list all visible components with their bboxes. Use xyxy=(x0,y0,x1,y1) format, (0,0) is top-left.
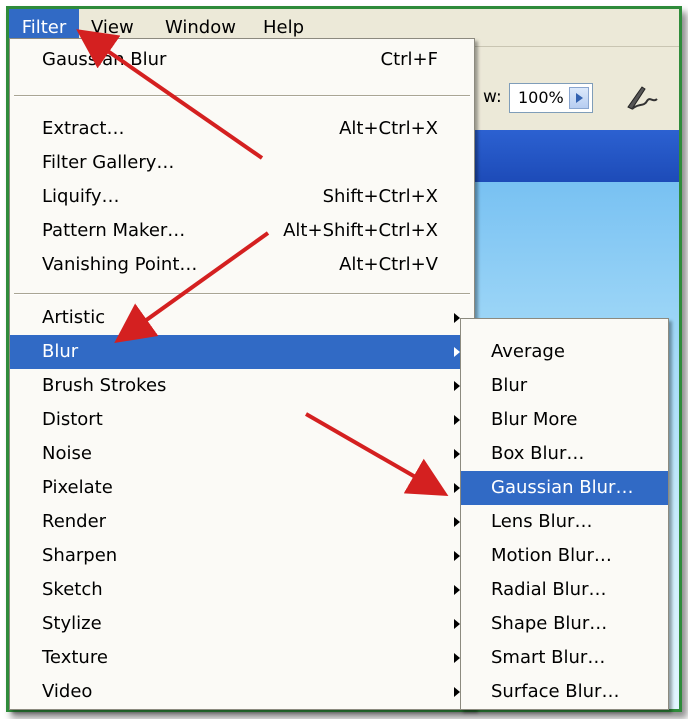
zoom-field[interactable]: 100% xyxy=(509,83,593,113)
menu-item-sketch[interactable]: Sketch xyxy=(10,573,474,607)
menu-item-render[interactable]: Render xyxy=(10,505,474,539)
submenu-item-blur-more[interactable]: Blur More xyxy=(461,403,668,437)
submenu-item-blur[interactable]: Blur xyxy=(461,369,668,403)
menu-item-video[interactable]: Video xyxy=(10,675,474,709)
menu-item-pattern-maker[interactable]: Pattern Maker… Alt+Shift+Ctrl+X xyxy=(10,214,474,248)
menu-item-pixelate[interactable]: Pixelate xyxy=(10,471,474,505)
submenu-item-gaussian-blur[interactable]: Gaussian Blur… xyxy=(461,471,668,505)
zoom-label: w: xyxy=(483,87,502,107)
menu-item-extract[interactable]: Extract… Alt+Ctrl+X xyxy=(10,112,474,146)
menu-item-sharpen[interactable]: Sharpen xyxy=(10,539,474,573)
zoom-value: 100% xyxy=(518,88,564,107)
pen-tool-icon[interactable] xyxy=(620,77,660,117)
menu-item-last-filter[interactable]: Gaussian Blur Ctrl+F xyxy=(10,43,474,77)
menu-item-vanishing-point[interactable]: Vanishing Point… Alt+Ctrl+V xyxy=(10,248,474,282)
right-arrow-icon[interactable] xyxy=(569,87,589,109)
menu-item-filter-gallery[interactable]: Filter Gallery… xyxy=(10,146,474,180)
menu-item-texture[interactable]: Texture xyxy=(10,641,474,675)
submenu-item-shape-blur[interactable]: Shape Blur… xyxy=(461,607,668,641)
menu-item-distort[interactable]: Distort xyxy=(10,403,474,437)
submenu-item-surface-blur[interactable]: Surface Blur… xyxy=(461,675,668,709)
submenu-item-box-blur[interactable]: Box Blur… xyxy=(461,437,668,471)
menu-item-blur[interactable]: Blur xyxy=(10,335,474,369)
menu-separator xyxy=(14,293,470,295)
submenu-item-motion-blur[interactable]: Motion Blur… xyxy=(461,539,668,573)
submenu-item-average[interactable]: Average xyxy=(461,335,668,369)
menu-separator xyxy=(14,95,470,97)
submenu-item-smart-blur[interactable]: Smart Blur… xyxy=(461,641,668,675)
submenu-item-lens-blur[interactable]: Lens Blur… xyxy=(461,505,668,539)
menu-item-stylize[interactable]: Stylize xyxy=(10,607,474,641)
menu-item-liquify[interactable]: Liquify… Shift+Ctrl+X xyxy=(10,180,474,214)
menu-item-artistic[interactable]: Artistic xyxy=(10,301,474,335)
menu-item-noise[interactable]: Noise xyxy=(10,437,474,471)
blur-submenu: Average Blur Blur More Box Blur… Gaussia… xyxy=(460,318,669,710)
submenu-item-radial-blur[interactable]: Radial Blur… xyxy=(461,573,668,607)
filter-menu: Gaussian Blur Ctrl+F Extract… Alt+Ctrl+X… xyxy=(9,38,475,710)
menu-item-brush-strokes[interactable]: Brush Strokes xyxy=(10,369,474,403)
